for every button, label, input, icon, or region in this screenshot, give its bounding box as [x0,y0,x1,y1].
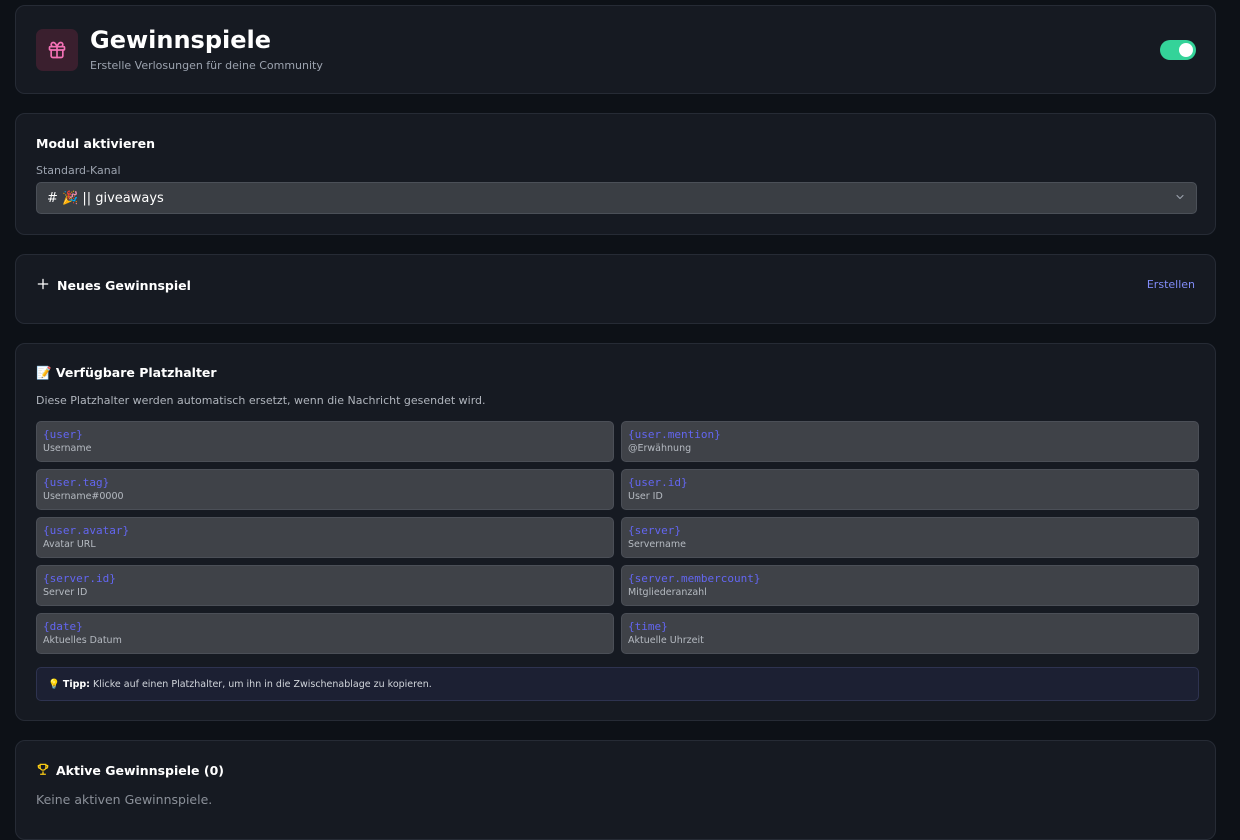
placeholder-code: {date} [43,620,83,633]
module-toggle[interactable] [1160,40,1196,60]
empty-state-text: Keine aktiven Gewinnspiele. [36,792,213,807]
placeholder-label: Aktuelle Uhrzeit [628,635,704,646]
channel-label: Standard-Kanal [36,164,121,177]
page-title: Gewinnspiele [90,26,272,54]
placeholder-item[interactable]: {server.id} Server ID [36,565,614,606]
placeholder-item[interactable]: {server} Servername [621,517,1199,558]
module-title: Modul aktivieren [36,136,155,151]
toggle-knob [1179,43,1193,57]
placeholder-code: {user.id} [628,476,688,489]
placeholder-code: {user.mention} [628,428,721,441]
active-giveaways-card: Aktive Gewinnspiele (0) Keine aktiven Ge… [15,740,1216,840]
page-subtitle: Erstelle Verlosungen für deine Community [90,59,323,72]
placeholder-code: {user} [43,428,83,441]
placeholder-item[interactable]: {user} Username [36,421,614,462]
header-card: Gewinnspiele Erstelle Verlosungen für de… [15,5,1216,94]
new-giveaway-header[interactable]: Neues Gewinnspiel [36,277,191,294]
placeholder-code: {server} [628,524,681,537]
placeholders-title: 📝 Verfügbare Platzhalter [36,365,217,380]
channel-select[interactable]: # 🎉 |‌| giveaways [36,182,1197,214]
placeholder-item[interactable]: {time} Aktuelle Uhrzeit [621,613,1199,654]
placeholder-code: {user.avatar} [43,524,130,537]
placeholder-item[interactable]: {date} Aktuelles Datum [36,613,614,654]
create-button[interactable]: Erstellen [1147,278,1195,291]
placeholder-label: @Erwähnung [628,443,692,454]
placeholder-label: Avatar URL [43,539,96,550]
placeholders-description: Diese Platzhalter werden automatisch ers… [36,394,486,407]
placeholder-code: {user.tag} [43,476,110,489]
tip-box: 💡 Tipp: Klicke auf einen Platzhalter, um… [36,667,1199,701]
active-giveaways-header: Aktive Gewinnspiele (0) [36,762,224,779]
lightbulb-icon: 💡 [48,678,60,690]
gift-icon [36,29,78,71]
placeholder-label: Server ID [43,587,88,598]
module-card: Modul aktivieren Standard-Kanal # 🎉 |‌| … [15,113,1216,235]
placeholder-code: {time} [628,620,668,633]
placeholder-label: User ID [628,491,663,502]
placeholder-label: Mitgliederanzahl [628,587,707,598]
tip-text: Klicke auf einen Platzhalter, um ihn in … [92,678,432,690]
tip-label: Tipp: [62,678,90,690]
placeholder-code: {server.id} [43,572,116,585]
placeholders-card: 📝 Verfügbare Platzhalter Diese Platzhalt… [15,343,1216,721]
placeholder-item[interactable]: {user.id} User ID [621,469,1199,510]
placeholder-code: {server.membercount} [628,572,761,585]
placeholder-label: Servername [628,539,686,550]
trophy-icon [36,762,50,779]
plus-icon [36,277,50,294]
channel-select-value: # 🎉 |‌| giveaways [47,190,164,206]
chevron-down-icon [1174,191,1186,207]
placeholder-label: Aktuelles Datum [43,635,122,646]
new-giveaway-label: Neues Gewinnspiel [57,278,191,293]
placeholder-item[interactable]: {user.mention} @Erwähnung [621,421,1199,462]
placeholder-item[interactable]: {user.tag} Username#0000 [36,469,614,510]
placeholders-grid: {user} Username {user.mention} @Erwähnun… [36,421,1199,654]
placeholder-label: Username#0000 [43,491,124,502]
active-giveaways-title: Aktive Gewinnspiele (0) [56,763,224,778]
new-giveaway-card: Neues Gewinnspiel Erstellen [15,254,1216,324]
placeholder-item[interactable]: {server.membercount} Mitgliederanzahl [621,565,1199,606]
placeholder-label: Username [43,443,92,454]
placeholder-item[interactable]: {user.avatar} Avatar URL [36,517,614,558]
